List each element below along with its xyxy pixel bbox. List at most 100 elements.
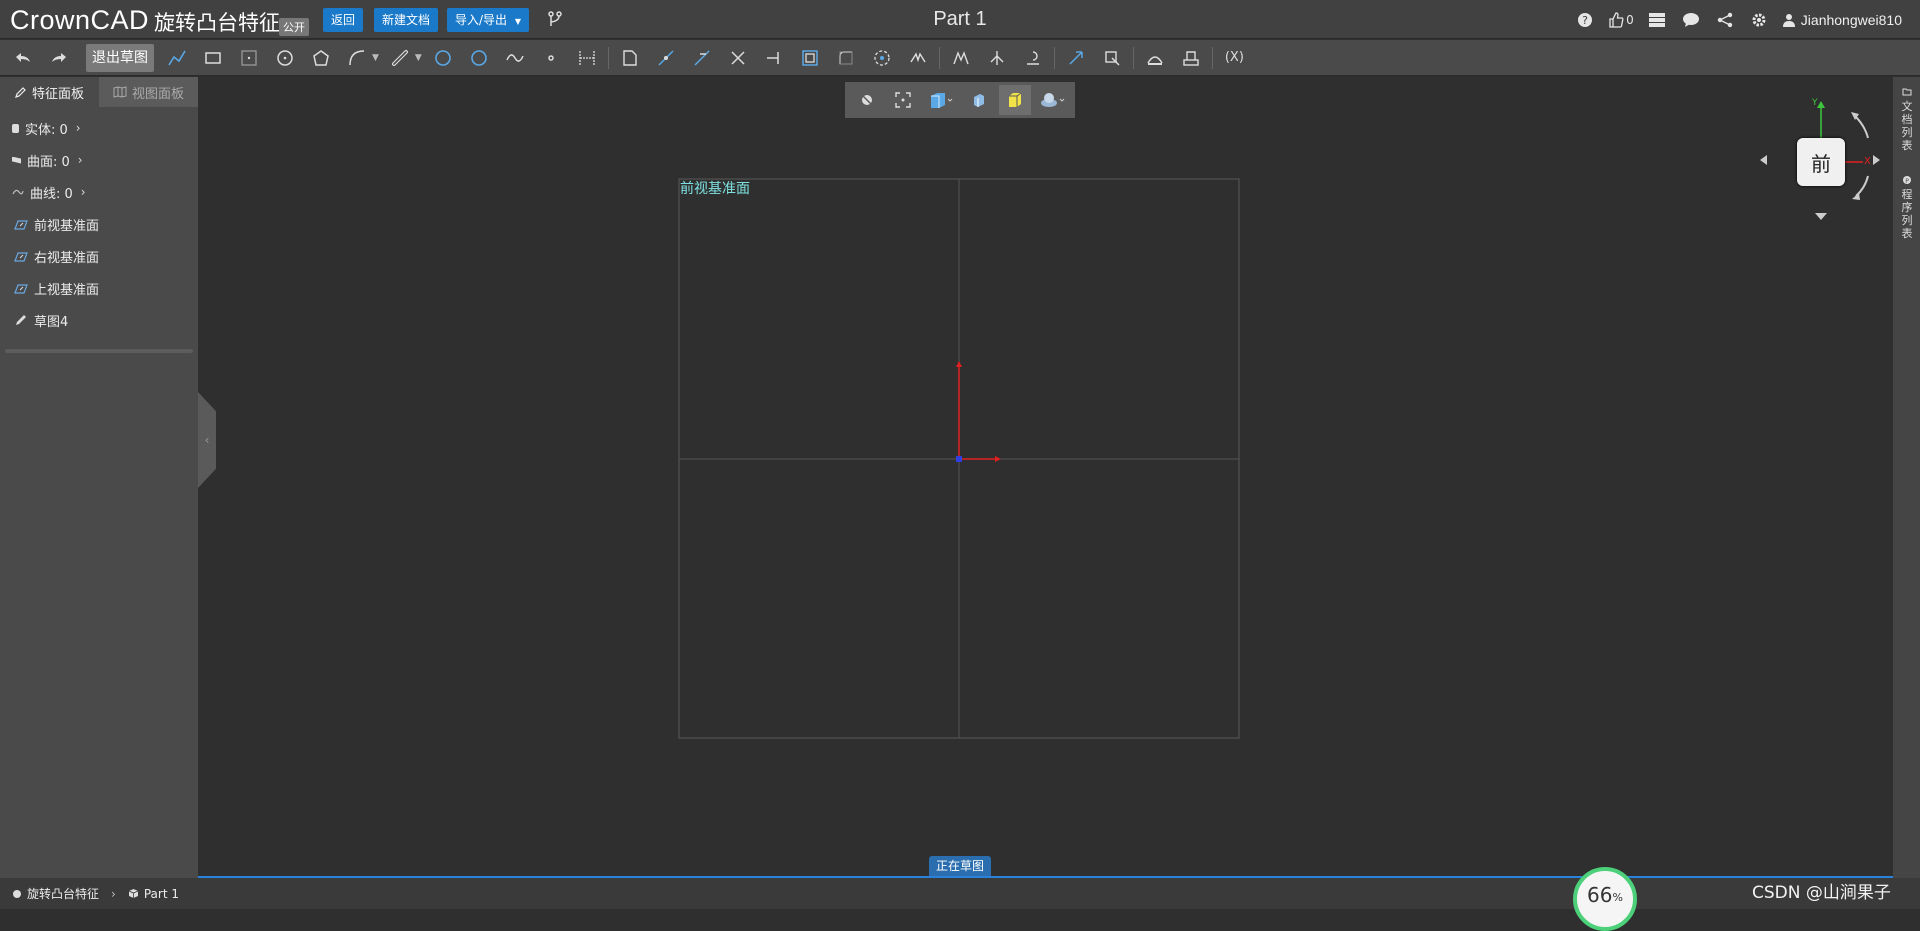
intersection-tool[interactable] (1176, 43, 1206, 73)
tree-item-top-plane[interactable]: 上视基准面 (0, 272, 198, 304)
performance-percent-badge[interactable]: 66% (1573, 867, 1637, 931)
map-icon (113, 86, 127, 98)
program-list-toggle[interactable]: P 程序列表 (1899, 175, 1915, 240)
arc-icon (349, 49, 365, 65)
gizmo-y-label: Y (1812, 98, 1818, 108)
branch-icon[interactable] (547, 10, 563, 30)
curve-count-label: 曲线: 0 (30, 186, 73, 202)
program-list-label: 程序列表 (1901, 188, 1913, 240)
breadcrumb-document[interactable]: 旋转凸台特征 (12, 885, 99, 902)
cross-trim-tool[interactable] (723, 43, 753, 73)
intersection-icon (1183, 50, 1199, 66)
dimension-icon (953, 50, 969, 64)
variables-button[interactable]: (X) (1225, 50, 1244, 65)
constraint-icon (990, 50, 1004, 65)
orientation-gizmo: Y X 前 (1755, 98, 1885, 223)
back-button[interactable]: 返回 (323, 8, 364, 32)
copy-tool[interactable] (1097, 43, 1127, 73)
redo-button[interactable] (44, 43, 74, 73)
thumbs-up-icon (1609, 11, 1624, 28)
plane-icon (14, 284, 28, 294)
convert-entities-tool[interactable] (615, 43, 645, 73)
curve-count-item[interactable]: 曲线: 0 › (0, 176, 198, 208)
tree-item-sketch4[interactable]: 草图4 (0, 304, 198, 336)
view-cube-front[interactable]: 前 (1797, 138, 1845, 186)
like-count: 0 (1626, 12, 1634, 27)
offset-circle-tool[interactable] (464, 43, 494, 73)
help-icon[interactable]: ? (1574, 9, 1596, 31)
polyline-tool[interactable] (162, 43, 192, 73)
project-tool[interactable] (1140, 43, 1170, 73)
right-rail: 文档列表 P 程序列表 (1893, 77, 1920, 878)
extend-tool[interactable] (687, 43, 717, 73)
comment-icon[interactable] (1680, 9, 1702, 31)
tree-item-right-plane[interactable]: 右视基准面 (0, 240, 198, 272)
tree-item-label: 草图4 (34, 314, 69, 330)
relation-tool[interactable] (1018, 43, 1048, 73)
convert-icon (623, 49, 637, 66)
centerline-icon (579, 50, 595, 65)
rotate-right-arrow-icon[interactable] (1873, 155, 1880, 165)
exit-sketch-button[interactable]: 退出草图 (86, 43, 154, 72)
import-export-dropdown[interactable]: 导入/导出 ▼ (447, 8, 530, 32)
slot-tool[interactable] (385, 43, 415, 73)
move-tool[interactable] (1061, 43, 1091, 73)
polygon-tool[interactable] (306, 43, 336, 73)
fillet-tool[interactable] (831, 43, 861, 73)
center-rectangle-tool[interactable] (234, 43, 264, 73)
sketch-origin-point[interactable] (956, 456, 962, 462)
toolbar-divider (1132, 46, 1134, 69)
tree-item-label: 上视基准面 (34, 282, 100, 298)
panel-tabs: 特征面板 视图面板 (0, 77, 198, 107)
arc-tool[interactable] (342, 43, 372, 73)
pattern-tool[interactable] (867, 43, 897, 73)
roll-ccw-arrow-icon[interactable] (1855, 175, 1869, 197)
storage-icon[interactable] (1646, 9, 1668, 31)
rotate-left-arrow-icon[interactable] (1760, 155, 1767, 165)
tree-item-front-plane[interactable]: 前视基准面 (0, 208, 198, 240)
like-button[interactable]: 0 (1608, 9, 1634, 31)
arc-caret-icon[interactable]: ▼ (372, 53, 379, 63)
dimension-tool[interactable] (946, 43, 976, 73)
undo-button[interactable] (8, 43, 38, 73)
breadcrumb-part[interactable]: Part 1 (128, 887, 179, 901)
user-menu[interactable]: Jianhongwei810 (1782, 12, 1902, 28)
doc-list-toggle[interactable]: 文档列表 (1899, 87, 1915, 152)
mirror-icon (910, 51, 926, 62)
rotate-down-arrow-icon[interactable] (1815, 213, 1827, 220)
document-title: 旋转凸台特征 (154, 11, 280, 35)
trim-tool[interactable] (651, 43, 681, 73)
mirror-tool[interactable] (903, 43, 933, 73)
solid-count-item[interactable]: 实体: 0 › (0, 112, 198, 144)
surface-icon (12, 156, 21, 164)
constraint-tool[interactable] (982, 43, 1012, 73)
part-cube-icon (128, 889, 138, 898)
graphics-canvas[interactable] (198, 77, 1893, 876)
toolbar-divider (607, 46, 609, 69)
ellipse-tool[interactable] (428, 43, 458, 73)
chevron-right-icon: › (75, 121, 81, 135)
new-document-button[interactable]: 新建文档 (374, 8, 439, 32)
rectangle-tool[interactable] (198, 43, 228, 73)
plane-icon (14, 220, 28, 230)
document-icon (13, 889, 21, 898)
circle-tool[interactable] (270, 43, 300, 73)
slot-caret-icon[interactable]: ▼ (415, 53, 422, 63)
split-tool[interactable] (759, 43, 789, 73)
centerline-tool[interactable] (572, 43, 602, 73)
percent-unit: % (1612, 891, 1623, 904)
tab-feature-panel-label: 特征面板 (31, 86, 84, 102)
offset-tool[interactable] (795, 43, 825, 73)
spline-tool[interactable] (500, 43, 530, 73)
settings-gear-icon[interactable] (1748, 9, 1770, 31)
tab-view-panel[interactable]: 视图面板 (99, 77, 198, 107)
chevron-right-icon: › (80, 185, 86, 199)
surface-count-item[interactable]: 曲面: 0 › (0, 144, 198, 176)
tab-feature-panel[interactable]: 特征面板 (0, 77, 99, 107)
roll-cw-arrow-icon[interactable] (1854, 115, 1869, 139)
point-tool[interactable] (536, 43, 566, 73)
ellipse-icon (435, 49, 451, 66)
offset-circle-icon (471, 49, 487, 66)
app-logo[interactable]: CrownCAD (10, 5, 149, 36)
share-icon[interactable] (1714, 9, 1736, 31)
